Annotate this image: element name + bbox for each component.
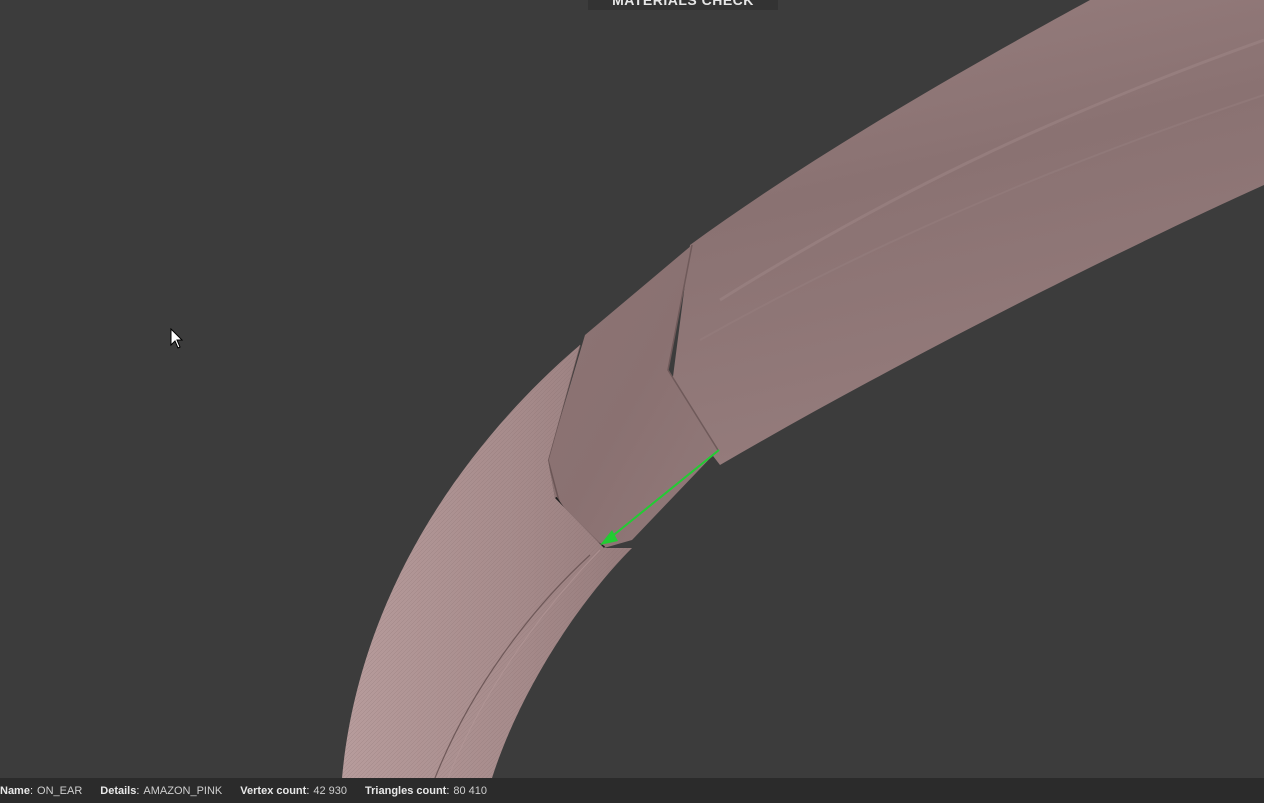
status-bar: Name: ON_EAR Details: AMAZON_PINK Vertex… (0, 778, 1264, 803)
status-name-label: Name (0, 784, 30, 797)
status-vertex-count: Vertex count: 42 930 (240, 784, 348, 797)
status-triangles-label: Triangles count (365, 784, 447, 797)
status-vertex-value: 42 930 (313, 784, 348, 797)
status-details-label: Details (100, 784, 137, 797)
headphone-model-render[interactable] (0, 0, 1264, 778)
status-triangles-value: 80 410 (453, 784, 488, 797)
status-details-value: AMAZON_PINK (143, 784, 223, 797)
status-name-value: ON_EAR (37, 784, 83, 797)
status-triangles-count: Triangles count: 80 410 (365, 784, 488, 797)
status-vertex-label: Vertex count (240, 784, 307, 797)
arrow-cursor-icon (170, 327, 184, 355)
3d-viewport[interactable]: MATERIALS CHECK (0, 0, 1264, 778)
headband-shell (670, 0, 1264, 465)
status-name: Name: ON_EAR (0, 784, 83, 797)
status-details: Details: AMAZON_PINK (100, 784, 223, 797)
mode-title: MATERIALS CHECK (588, 0, 778, 10)
